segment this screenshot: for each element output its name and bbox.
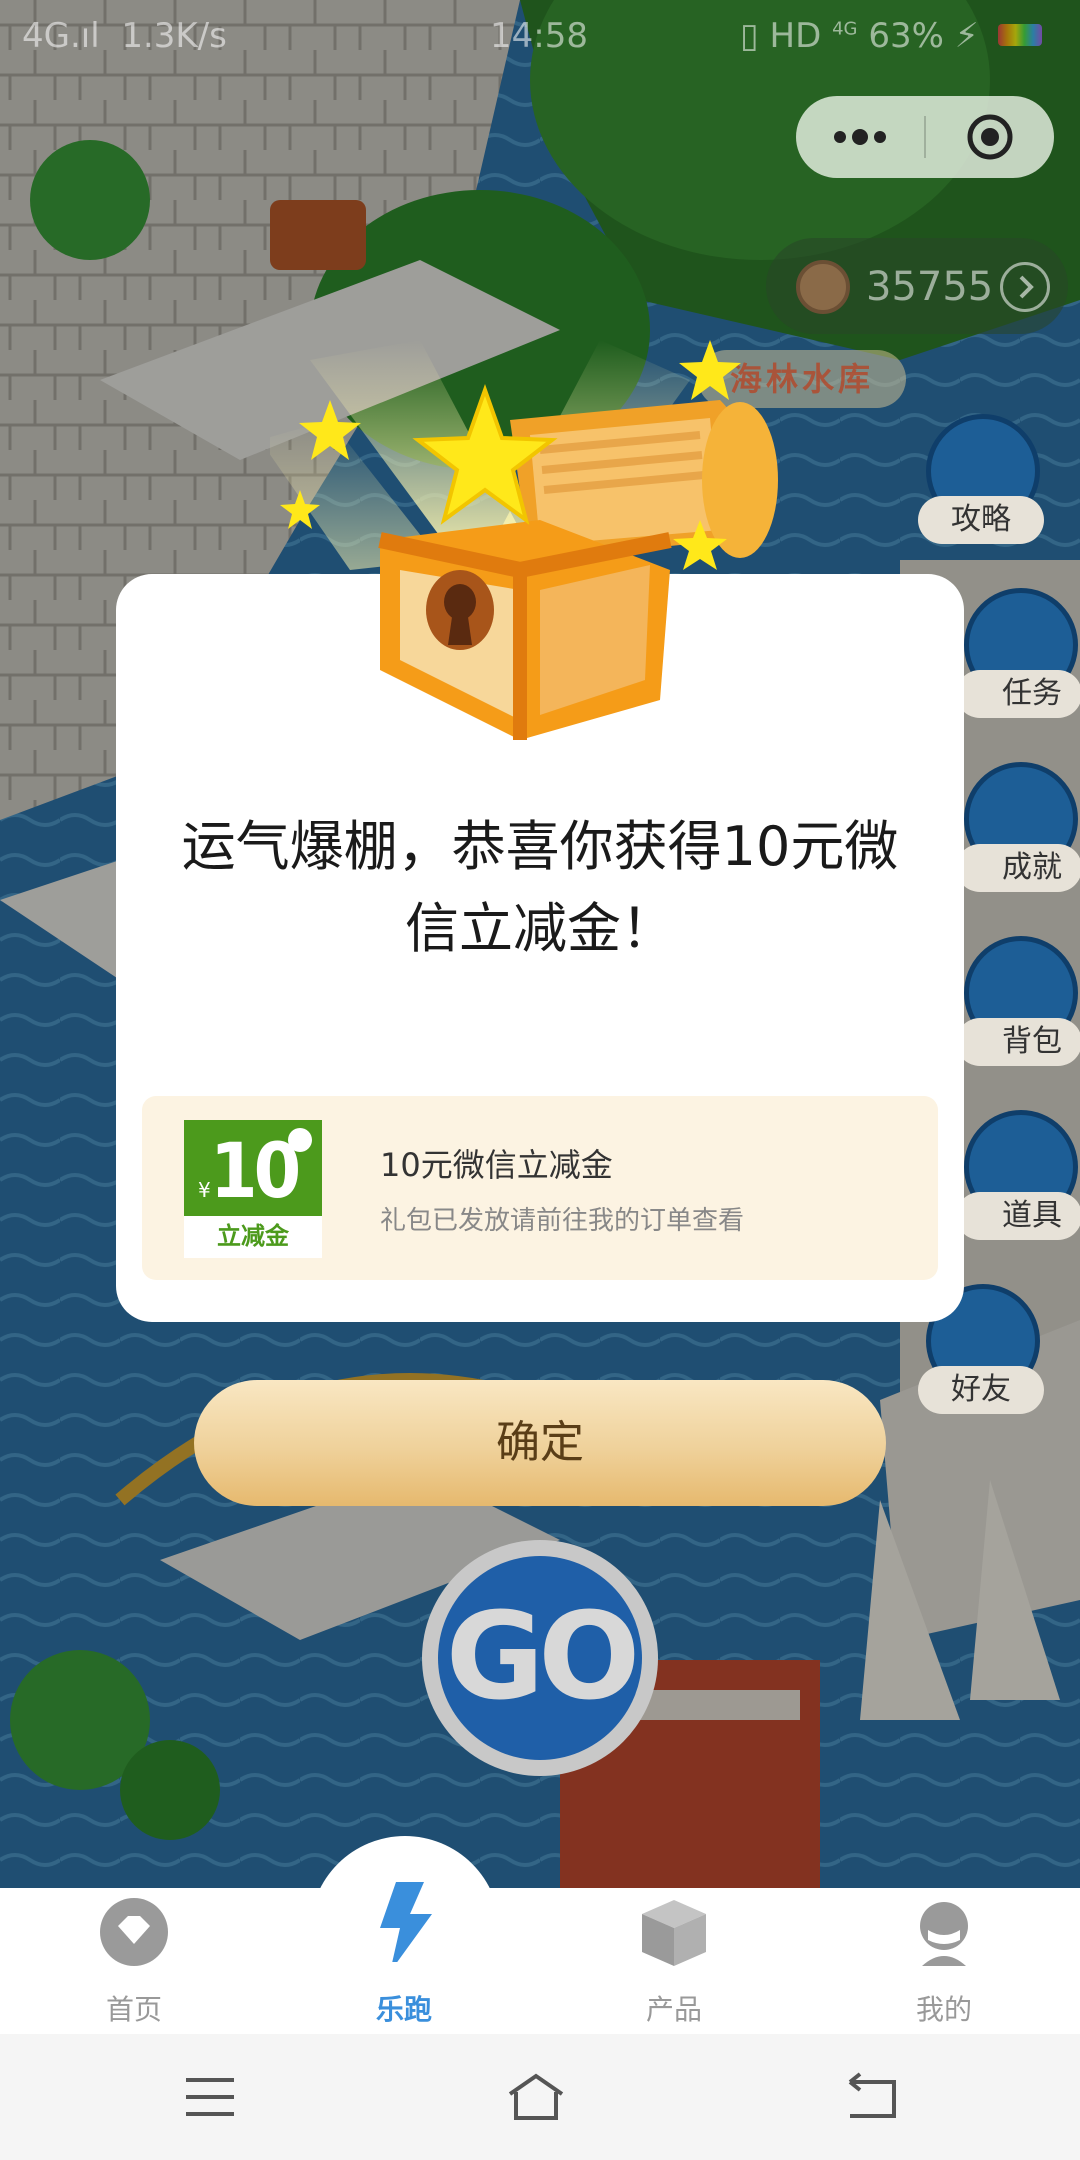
system-navigation-bar bbox=[0, 2034, 1080, 2160]
home-icon bbox=[100, 1898, 168, 1966]
side-item-strategy[interactable]: 攻略 bbox=[918, 414, 1044, 544]
target-close-icon[interactable] bbox=[926, 96, 1054, 178]
tab-label: 乐跑 bbox=[375, 1993, 432, 2026]
treasure-chest-icon bbox=[270, 340, 778, 740]
status-indicators: ▯ HD 4G 63% ⚡ bbox=[740, 16, 979, 56]
profile-icon bbox=[920, 1902, 968, 1966]
go-button[interactable]: GO bbox=[422, 1540, 658, 1776]
tab-run[interactable]: 乐跑 bbox=[304, 1882, 504, 2034]
voucher-currency: ¥ bbox=[198, 1178, 211, 1202]
tab-home[interactable]: 首页 bbox=[34, 1888, 234, 2034]
more-dots-icon[interactable] bbox=[796, 96, 924, 178]
voucher-amount: 10 bbox=[210, 1126, 301, 1215]
side-item-props[interactable]: 道具 bbox=[956, 1110, 1080, 1240]
side-item-label: 背包 bbox=[956, 1018, 1080, 1066]
status-bar: 4G.ıl 1.3K/s 14:58 ▯ HD 4G 63% ⚡ bbox=[0, 0, 1080, 72]
side-item-label: 成就 bbox=[956, 844, 1080, 892]
charging-icon: ⚡ bbox=[954, 16, 979, 56]
reward-card: ¥ 10 立减金 10元微信立减金 礼包已发放请前往我的订单查看 bbox=[142, 1096, 938, 1280]
reward-name: 10元微信立减金 bbox=[380, 1146, 613, 1184]
voucher-label: 立减金 bbox=[217, 1222, 289, 1250]
bottom-tab-bar: 首页 乐跑 产品 我的 bbox=[0, 1882, 1080, 2034]
side-item-tasks[interactable]: 任务 bbox=[956, 588, 1080, 718]
confirm-button[interactable]: 确定 bbox=[194, 1380, 886, 1506]
coin-balance[interactable]: 35755 bbox=[766, 238, 1068, 334]
lightning-icon bbox=[380, 1882, 432, 1962]
vibrate-icon: ▯ bbox=[740, 16, 759, 56]
chevron-right-icon bbox=[1000, 262, 1050, 312]
box-icon bbox=[642, 1900, 706, 1966]
side-item-label: 任务 bbox=[956, 670, 1080, 718]
clock: 14:58 bbox=[490, 16, 588, 56]
voucher-icon: ¥ 10 立减金 bbox=[184, 1120, 322, 1258]
tab-products[interactable]: 产品 bbox=[574, 1888, 774, 2034]
side-item-achievements[interactable]: 成就 bbox=[956, 762, 1080, 892]
network-status: 4G.ıl 1.3K/s bbox=[22, 16, 227, 56]
side-item-label: 道具 bbox=[956, 1192, 1080, 1240]
dialog-title: 运气爆棚，恭喜你获得10元微信立减金！ bbox=[181, 815, 899, 960]
miniprogram-capsule bbox=[796, 96, 1054, 178]
tab-mine[interactable]: 我的 bbox=[844, 1888, 1044, 2034]
tab-label: 首页 bbox=[105, 1993, 162, 2026]
coin-icon bbox=[796, 260, 850, 314]
back-icon[interactable] bbox=[840, 2072, 900, 2122]
go-button-label: GO bbox=[438, 1556, 642, 1760]
home-key-icon[interactable] bbox=[506, 2072, 566, 2122]
reward-description: 礼包已发放请前往我的订单查看 bbox=[380, 1206, 745, 1236]
tab-label: 产品 bbox=[645, 1993, 702, 2026]
menu-icon[interactable] bbox=[180, 2072, 240, 2122]
side-item-label: 好友 bbox=[918, 1366, 1044, 1414]
battery-icon bbox=[998, 24, 1042, 46]
side-item-backpack[interactable]: 背包 bbox=[956, 936, 1080, 1066]
side-item-label: 攻略 bbox=[918, 496, 1044, 544]
tab-label: 我的 bbox=[915, 1993, 972, 2026]
coin-value: 35755 bbox=[866, 264, 994, 310]
